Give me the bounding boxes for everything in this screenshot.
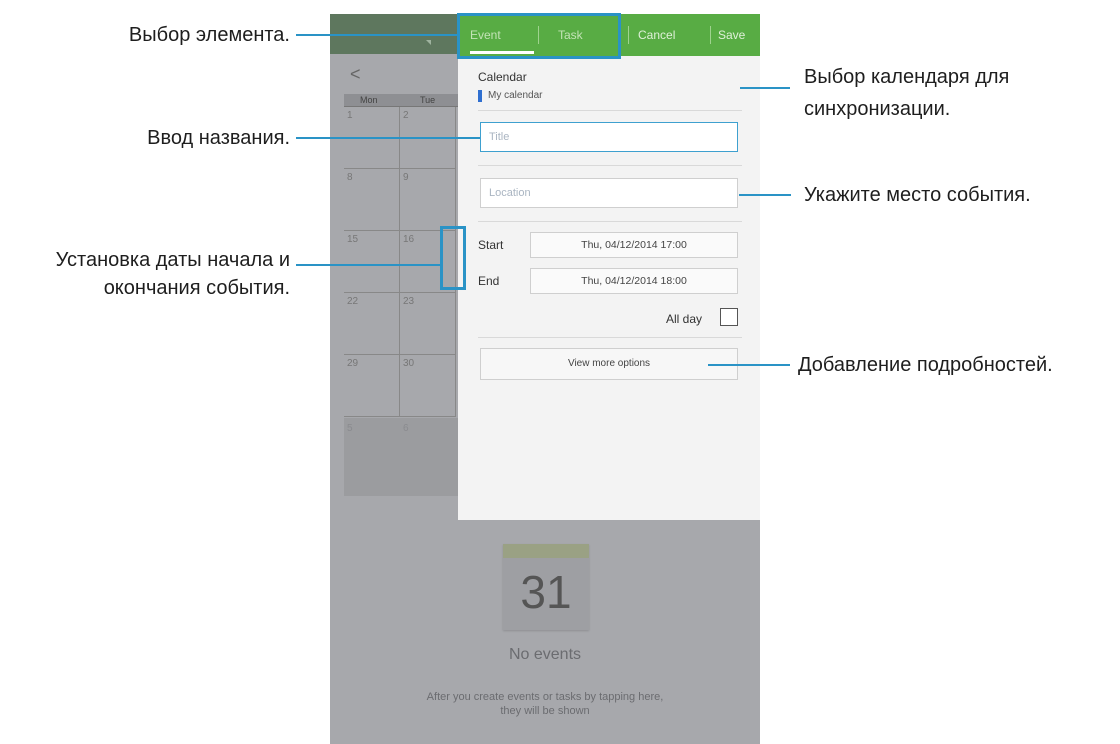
no-events-description: After you create events or tasks by tapp… bbox=[426, 691, 664, 717]
date-icon-number: 31 bbox=[520, 566, 572, 618]
divider bbox=[478, 221, 742, 222]
callout-set-dates-line1: Установка даты начала и bbox=[55, 249, 290, 271]
weekday-header: Mon Tue bbox=[344, 94, 460, 107]
end-datetime-field[interactable]: Thu, 04/12/2014 18:00 bbox=[530, 268, 738, 294]
view-more-options-button[interactable]: View more options bbox=[480, 348, 738, 380]
day-number: 5 bbox=[347, 423, 353, 434]
callout-line bbox=[739, 194, 791, 196]
title-input[interactable]: Title bbox=[480, 122, 738, 152]
day-cell[interactable]: 29 bbox=[344, 355, 400, 417]
callout-enter-title: Ввод названия. bbox=[147, 127, 290, 149]
day-number: 6 bbox=[403, 423, 409, 434]
divider bbox=[478, 110, 742, 111]
day-cell[interactable]: 23 bbox=[400, 293, 456, 355]
divider bbox=[478, 337, 742, 338]
divider bbox=[478, 165, 742, 166]
day-cell[interactable]: 30 bbox=[400, 355, 456, 417]
tab-highlight-box bbox=[457, 13, 621, 59]
faded-week-row: 5 6 bbox=[344, 418, 460, 496]
dates-highlight-box bbox=[440, 226, 466, 290]
divider bbox=[628, 26, 629, 44]
callout-line bbox=[296, 34, 458, 36]
weekday-label: Tue bbox=[420, 95, 436, 105]
calendar-date-icon: 31 bbox=[503, 544, 589, 630]
back-arrow-icon[interactable]: < bbox=[350, 64, 361, 85]
callout-select-item: Выбор элемента. bbox=[128, 24, 290, 46]
day-cell[interactable]: 15 bbox=[344, 231, 400, 293]
callout-line bbox=[296, 137, 480, 139]
callout-add-details: Добавление подробностей. bbox=[798, 354, 1053, 376]
callout-line bbox=[296, 264, 440, 266]
callout-select-calendar-line2: синхронизации. bbox=[804, 98, 951, 120]
day-cell[interactable]: 9 bbox=[400, 169, 456, 231]
divider bbox=[710, 26, 711, 44]
dropdown-icon bbox=[426, 40, 431, 45]
day-cell[interactable]: 22 bbox=[344, 293, 400, 355]
callout-line bbox=[740, 87, 790, 89]
calendar-label: Calendar bbox=[478, 70, 527, 84]
cancel-button[interactable]: Cancel bbox=[638, 14, 675, 56]
save-button[interactable]: Save bbox=[718, 14, 745, 56]
callout-set-dates-line2: окончания события. bbox=[103, 277, 290, 299]
calendar-selector[interactable]: My calendar bbox=[478, 90, 542, 102]
callout-line bbox=[708, 364, 790, 366]
start-datetime-field[interactable]: Thu, 04/12/2014 17:00 bbox=[530, 232, 738, 258]
callout-set-location: Укажите место события. bbox=[804, 184, 1031, 206]
no-events-title: No events bbox=[508, 646, 582, 663]
end-label: End bbox=[478, 274, 500, 288]
all-day-label: All day bbox=[666, 312, 703, 326]
weekday-label: Mon bbox=[360, 95, 378, 105]
location-input[interactable]: Location bbox=[480, 178, 738, 208]
callout-select-calendar-line1: Выбор календаря для bbox=[804, 66, 1010, 88]
all-day-checkbox[interactable] bbox=[720, 308, 738, 326]
day-cell[interactable]: 8 bbox=[344, 169, 400, 231]
create-event-dialog: Event Task Cancel Save Calendar My calen… bbox=[458, 14, 760, 520]
start-label: Start bbox=[478, 238, 504, 252]
phone-screen: < Mon Tue 1 2 8 9 15 16 22 23 29 30 5 6 … bbox=[330, 14, 760, 744]
